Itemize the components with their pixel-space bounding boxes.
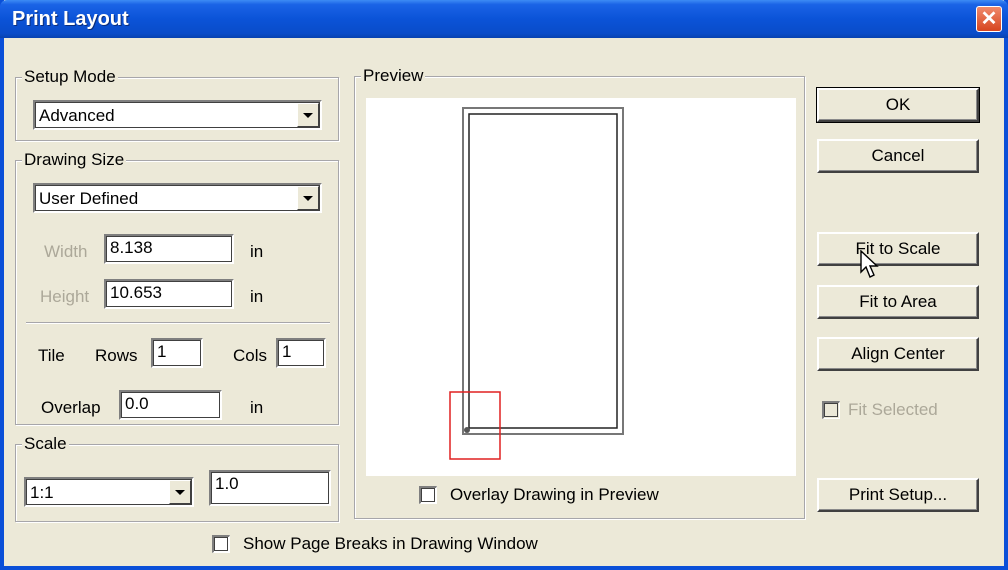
scale-factor-field[interactable]: 1.0	[209, 470, 331, 506]
setup-mode-label: Setup Mode	[22, 67, 118, 87]
overlap-field[interactable]: 0.0	[119, 390, 222, 420]
rows-label: Rows	[95, 346, 138, 365]
show-page-breaks-checkbox[interactable]	[212, 535, 230, 553]
cancel-button[interactable]: Cancel	[817, 139, 979, 173]
print-setup-button[interactable]: Print Setup...	[817, 478, 979, 512]
align-center-button[interactable]: Align Center	[817, 337, 979, 371]
fit-to-area-button[interactable]: Fit to Area	[817, 285, 979, 319]
scale-dropdown[interactable]: 1:1	[24, 477, 194, 507]
height-label: Height	[40, 287, 90, 306]
show-page-breaks-label[interactable]: Show Page Breaks in Drawing Window	[243, 534, 538, 554]
scale-value: 1:1	[30, 483, 54, 502]
page-outline-outer	[462, 107, 624, 435]
preview-drawing	[449, 107, 624, 460]
cols-field[interactable]: 1	[276, 338, 326, 368]
setup-mode-dropdown[interactable]: Advanced	[33, 100, 322, 130]
overlay-drawing-label[interactable]: Overlay Drawing in Preview	[450, 485, 659, 505]
chevron-down-icon[interactable]	[297, 186, 319, 210]
close-button[interactable]: ✕	[976, 6, 1002, 32]
chevron-down-icon[interactable]	[169, 480, 191, 504]
origin-highlight-box	[449, 391, 501, 460]
drawing-size-value: User Defined	[39, 189, 139, 208]
ok-button[interactable]: OK	[816, 87, 980, 123]
fit-selected-checkbox[interactable]	[822, 401, 840, 419]
tile-label: Tile	[38, 346, 65, 365]
fit-to-scale-button[interactable]: Fit to Scale	[817, 232, 979, 266]
overlay-drawing-checkbox[interactable]	[419, 486, 437, 504]
height-unit: in	[250, 287, 264, 306]
overlap-label: Overlap	[41, 398, 101, 417]
print-layout-dialog: Print Layout ✕ Setup Mode Advanced Drawi…	[0, 0, 1008, 570]
height-field[interactable]: 10.653	[104, 279, 234, 309]
page-outline-inner	[468, 113, 618, 429]
width-unit: in	[250, 242, 264, 261]
chevron-down-icon[interactable]	[297, 103, 319, 127]
title-bar[interactable]: Print Layout ✕	[0, 0, 1008, 38]
setup-mode-value: Advanced	[39, 106, 115, 125]
fit-selected-label: Fit Selected	[848, 400, 938, 419]
width-field[interactable]: 8.138	[104, 234, 234, 264]
scale-label: Scale	[22, 434, 69, 454]
mouse-pointer-icon	[860, 250, 879, 278]
origin-point	[464, 427, 470, 433]
divider	[26, 322, 330, 324]
preview-canvas[interactable]	[366, 98, 796, 476]
drawing-size-label: Drawing Size	[22, 150, 127, 170]
drawing-size-dropdown[interactable]: User Defined	[33, 183, 322, 213]
width-label: Width	[44, 242, 88, 261]
window-title: Print Layout	[12, 8, 129, 30]
rows-field[interactable]: 1	[151, 338, 203, 368]
preview-label: Preview	[361, 66, 426, 86]
cols-label: Cols	[233, 346, 268, 365]
overlap-unit: in	[250, 398, 264, 417]
